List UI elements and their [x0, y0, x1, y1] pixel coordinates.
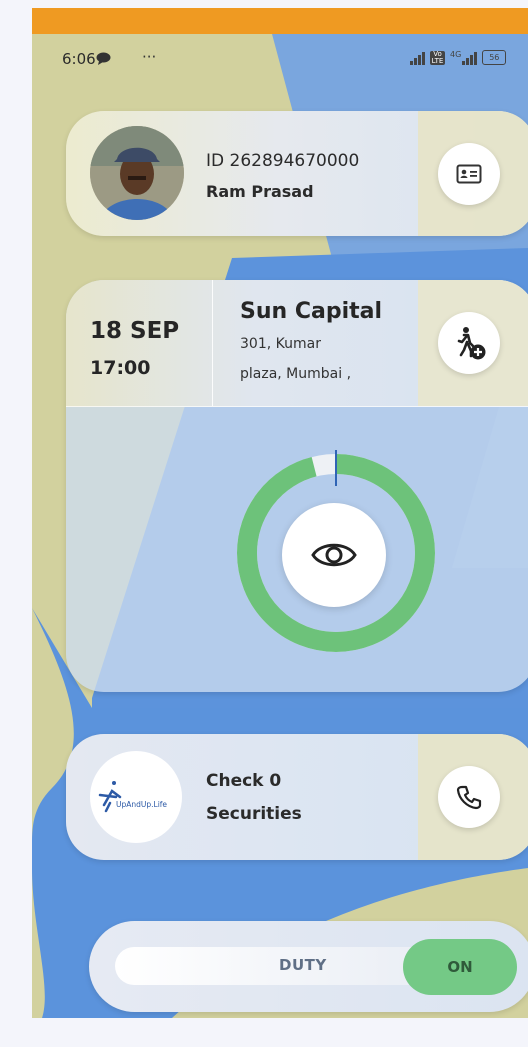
id-card-button[interactable]	[438, 143, 500, 205]
check-count: Check 0	[206, 771, 282, 791]
profile-card: ID 262894670000 Ram Prasad	[66, 111, 528, 236]
status-bar: 6:06 ··· Vo LTE 4G 56	[32, 34, 528, 80]
id-card-icon	[456, 164, 482, 184]
status-icons: Vo LTE 4G 56	[410, 50, 507, 65]
chat-bubble-icon	[96, 52, 111, 65]
duty-toggle-on[interactable]: ON	[403, 939, 517, 995]
upandup-logo: UpAndUp.Life	[98, 781, 167, 813]
site-name: Sun Capital	[240, 299, 383, 324]
shift-time: 17:00	[90, 357, 151, 379]
site-address-line2: plaza, Mumbai ,	[240, 366, 352, 382]
check-securities-card: UpAndUp.Life Check 0 Securities	[66, 734, 528, 860]
person-walk-plus-icon	[457, 327, 486, 360]
check-label: Securities	[206, 804, 302, 824]
company-logo: UpAndUp.Life	[90, 751, 182, 843]
notification-more: ···	[142, 48, 157, 66]
volte-badge: Vo LTE	[430, 50, 445, 65]
duty-label: DUTY	[279, 956, 327, 974]
network-type: 4G	[450, 50, 478, 65]
add-visitor-button[interactable]	[438, 312, 500, 374]
shift-card: 18 SEP 17:00 Sun Capital 301, Kumar plaz…	[66, 280, 528, 692]
view-details-button[interactable]	[282, 503, 386, 607]
profile-id: ID 262894670000	[206, 151, 360, 171]
phone-icon	[456, 785, 482, 810]
avatar-photo	[90, 126, 184, 220]
status-time: 6:06	[62, 50, 96, 68]
shift-header: 18 SEP 17:00 Sun Capital 301, Kumar plaz…	[66, 280, 528, 407]
logo-text: UpAndUp.Life	[116, 800, 167, 809]
top-accent-bar	[32, 8, 528, 34]
signal-icon-2	[462, 52, 478, 65]
site-address-line1: 301, Kumar	[240, 336, 321, 352]
eye-icon	[311, 543, 357, 567]
battery-icon: 56	[482, 50, 507, 65]
shift-date: 18 SEP	[90, 318, 180, 344]
profile-name: Ram Prasad	[206, 182, 314, 201]
date-divider	[212, 280, 213, 406]
duty-switch[interactable]: DUTY ON	[89, 921, 528, 1012]
call-button[interactable]	[438, 766, 500, 828]
app-screen: 6:06 ··· Vo LTE 4G 56 ID 262894670000 Ra…	[32, 8, 528, 1018]
avatar[interactable]	[90, 126, 184, 220]
signal-icon	[410, 52, 425, 65]
